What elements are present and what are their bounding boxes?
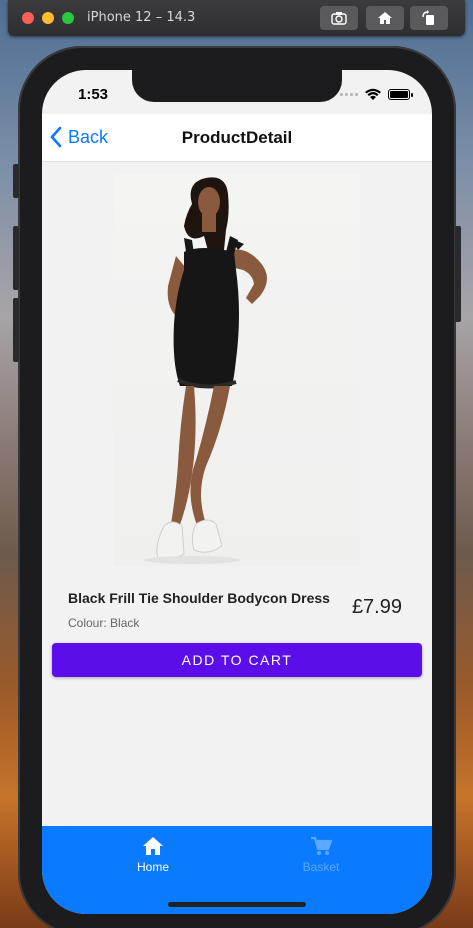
rotate-icon [422,10,434,25]
home-button[interactable] [366,6,404,30]
rotate-button[interactable] [410,6,448,30]
app-screen: 1:53 Back ProductDetail Black Frill Tie … [42,70,432,914]
volume-down-button [13,298,19,362]
signal-icon [340,93,358,96]
power-button [455,226,461,322]
close-window-button[interactable] [22,12,34,24]
battery-icon [388,89,413,100]
home-icon [378,12,392,24]
product-price: £7.99 [351,596,402,618]
tab-basket[interactable]: Basket [261,836,381,874]
product-image [114,174,360,566]
product-colour: Colour: Black [68,616,140,630]
simulator-title-bar: iPhone 12 – 14.3 [8,0,465,36]
mute-switch [13,164,19,198]
cart-icon [311,836,332,855]
status-icons [340,88,413,101]
minimize-window-button[interactable] [42,12,54,24]
navigation-bar: Back ProductDetail [42,114,432,162]
screenshot-icon [331,12,347,25]
zoom-window-button[interactable] [62,12,74,24]
home-icon [143,837,163,855]
page-title: ProductDetail [181,128,293,147]
tab-bar: Home Basket [42,826,432,914]
tab-home[interactable]: Home [93,836,213,874]
screenshot-button[interactable] [320,6,358,30]
tab-home-label: Home [136,860,169,874]
home-indicator [168,902,306,907]
product-name: Black Frill Tie Shoulder Bodycon Dress [68,590,330,606]
notch [132,70,342,102]
wifi-icon [365,88,381,100]
status-time: 1:53 [78,86,109,103]
volume-up-button [13,226,19,290]
add-to-cart-button[interactable]: ADD TO CART [52,643,422,677]
tab-basket-label: Basket [302,860,340,874]
product-photo [144,177,267,564]
simulator-title: iPhone 12 – 14.3 [87,10,196,25]
